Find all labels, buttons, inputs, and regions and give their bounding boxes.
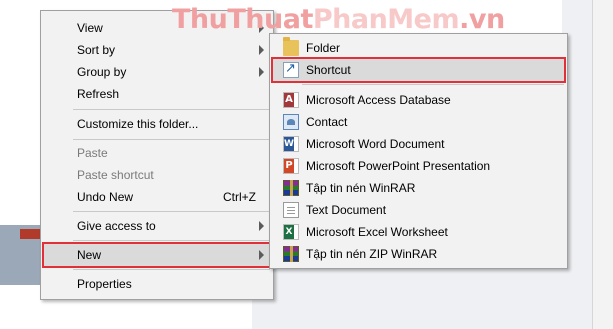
menu-item-undo-new[interactable]: Undo New Ctrl+Z [44, 186, 270, 208]
menu-item-properties[interactable]: Properties [44, 273, 270, 295]
menu-item-label: Paste [77, 146, 108, 160]
text-document-icon [283, 202, 299, 218]
submenu-item-label: Folder [306, 41, 341, 55]
menu-item-new[interactable]: New [42, 242, 272, 268]
keyboard-shortcut: Ctrl+Z [223, 190, 256, 204]
submenu-item-access-database[interactable]: Microsoft Access Database [273, 89, 564, 111]
chevron-right-icon [259, 45, 264, 55]
contact-icon [283, 114, 299, 130]
excel-icon [283, 224, 299, 240]
menu-item-sort-by[interactable]: Sort by [44, 39, 270, 61]
menu-item-label: Undo New [77, 190, 134, 204]
menu-separator [73, 211, 270, 212]
submenu-item-word-document[interactable]: Microsoft Word Document [273, 133, 564, 155]
folder-icon [283, 37, 299, 56]
menu-item-label: Paste shortcut [77, 168, 154, 182]
submenu-item-label: Microsoft PowerPoint Presentation [306, 159, 491, 173]
menu-separator [73, 109, 270, 110]
chevron-right-icon [259, 250, 264, 260]
new-submenu: Folder Shortcut Microsoft Access Databas… [269, 33, 568, 269]
submenu-item-label: Tập tin nén ZIP WinRAR [306, 247, 438, 261]
explorer-scrollbar[interactable] [592, 0, 613, 329]
submenu-item-label: Microsoft Word Document [306, 137, 445, 151]
submenu-item-shortcut[interactable]: Shortcut [271, 57, 566, 83]
menu-item-label: View [77, 21, 103, 35]
explorer-content-area [252, 265, 592, 329]
submenu-item-label: Tập tin nén WinRAR [306, 181, 416, 195]
word-icon [283, 136, 299, 152]
chevron-right-icon [259, 221, 264, 231]
menu-item-label: Group by [77, 65, 127, 79]
submenu-item-label: Microsoft Access Database [306, 93, 451, 107]
shortcut-icon [283, 61, 299, 78]
submenu-item-label: Text Document [306, 203, 387, 217]
menu-item-give-access[interactable]: Give access to [44, 215, 270, 237]
chevron-right-icon [259, 67, 264, 77]
submenu-item-label: Shortcut [306, 63, 351, 77]
powerpoint-icon [283, 158, 299, 174]
submenu-item-label: Microsoft Excel Worksheet [306, 225, 448, 239]
submenu-item-winrar[interactable]: Tập tin nén WinRAR [273, 177, 564, 199]
menu-item-label: Properties [77, 277, 132, 291]
submenu-item-contact[interactable]: Contact [273, 111, 564, 133]
menu-item-label: Sort by [77, 43, 116, 57]
menu-item-view[interactable]: View [44, 17, 270, 39]
menu-item-label: Customize this folder... [77, 117, 199, 131]
watermark-part3: .vn [459, 4, 505, 35]
submenu-item-text-document[interactable]: Text Document [273, 199, 564, 221]
menu-separator [73, 240, 270, 241]
submenu-item-excel[interactable]: Microsoft Excel Worksheet [273, 221, 564, 243]
context-menu: View Sort by Group by Refresh Customize … [40, 10, 274, 300]
menu-separator [73, 269, 270, 270]
menu-separator [73, 139, 270, 140]
menu-item-customize-folder[interactable]: Customize this folder... [44, 113, 270, 135]
access-icon [283, 92, 299, 108]
menu-item-label: Refresh [77, 87, 120, 101]
menu-item-label: New [77, 248, 102, 262]
background-window-titlebar [20, 229, 40, 239]
zip-icon [283, 246, 299, 262]
menu-item-refresh[interactable]: Refresh [44, 83, 270, 105]
background-window-fragment [0, 225, 40, 285]
chevron-right-icon [259, 23, 264, 33]
menu-separator [302, 84, 564, 85]
menu-item-group-by[interactable]: Group by [44, 61, 270, 83]
winrar-icon [283, 180, 299, 196]
submenu-item-zip[interactable]: Tập tin nén ZIP WinRAR [273, 243, 564, 265]
menu-item-label: Give access to [77, 219, 156, 233]
submenu-item-powerpoint[interactable]: Microsoft PowerPoint Presentation [273, 155, 564, 177]
submenu-item-folder[interactable]: Folder [273, 37, 564, 59]
watermark-part2: PhanMem [312, 4, 460, 35]
menu-item-paste-shortcut[interactable]: Paste shortcut [44, 164, 270, 186]
submenu-item-label: Contact [306, 115, 348, 129]
menu-item-paste[interactable]: Paste [44, 142, 270, 164]
